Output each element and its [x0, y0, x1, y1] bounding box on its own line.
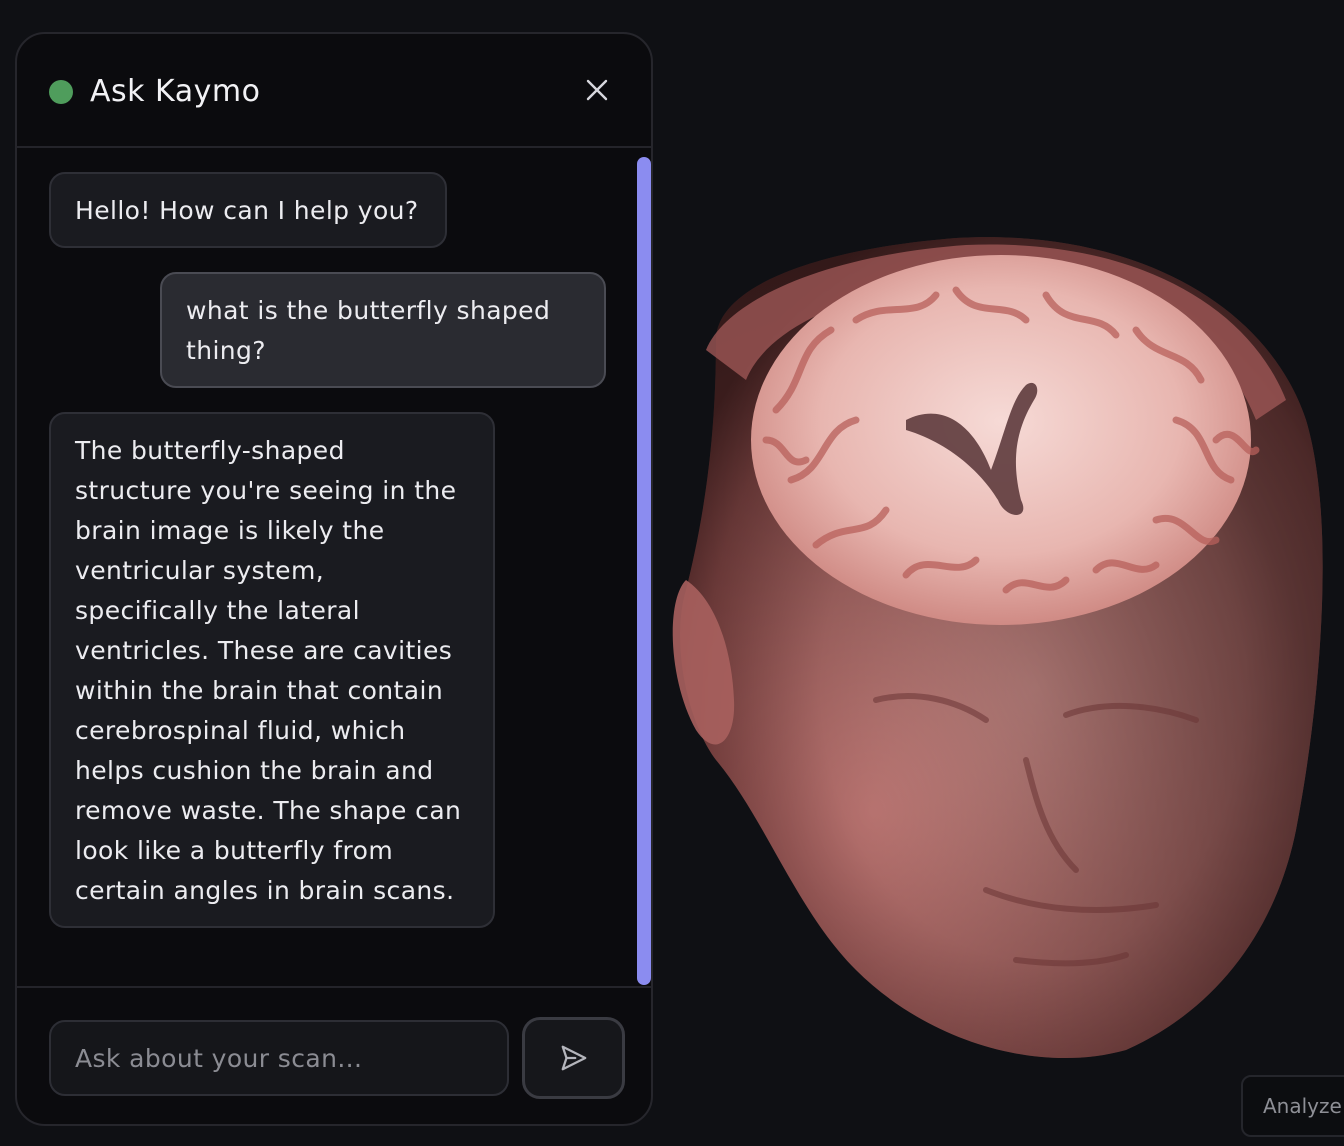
- chat-composer: [17, 986, 651, 1124]
- analyze-button[interactable]: Analyze: [1241, 1075, 1344, 1137]
- close-icon: [586, 79, 608, 101]
- chat-input[interactable]: [49, 1020, 509, 1096]
- message-list[interactable]: Hello! How can I help you? what is the b…: [17, 148, 651, 986]
- send-icon: [561, 1045, 586, 1071]
- assistant-message: Hello! How can I help you?: [49, 172, 447, 248]
- scrollbar-thumb[interactable]: [637, 157, 651, 985]
- app-stage: Ask Kaymo Hello! How can I help you? wha…: [0, 0, 1344, 1146]
- close-button[interactable]: [579, 72, 615, 108]
- chat-panel: Ask Kaymo Hello! How can I help you? wha…: [15, 32, 653, 1126]
- brain-scan-render: [672, 237, 1323, 1059]
- scan-viewer[interactable]: [656, 0, 1344, 1146]
- online-status-indicator: [49, 80, 73, 104]
- chat-header: Ask Kaymo: [17, 34, 651, 148]
- assistant-message: The butterfly-shaped structure you're se…: [49, 412, 495, 928]
- user-message: what is the butterfly shaped thing?: [160, 272, 606, 388]
- chat-title: Ask Kaymo: [90, 74, 261, 109]
- send-button[interactable]: [522, 1017, 625, 1099]
